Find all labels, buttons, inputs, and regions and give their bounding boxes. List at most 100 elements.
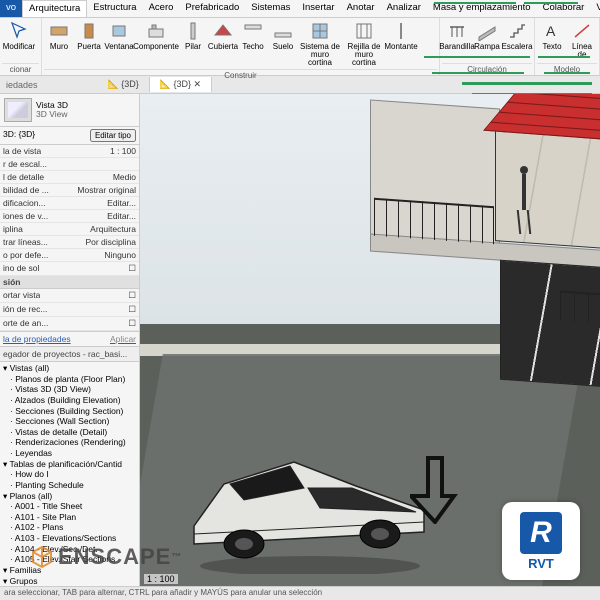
doc-tab-3d-2[interactable]: 📐 {3D} ✕ [150,77,212,92]
ceiling-icon [243,21,263,41]
annotation-line [544,72,590,74]
column-icon [183,21,203,41]
door-icon [79,21,99,41]
tree-item[interactable]: · Renderizaciones (Rendering) [0,437,139,448]
roof-icon [213,21,233,41]
property-row[interactable]: ortar vista☐ [0,289,139,303]
revit-rvt-label: RVT [528,556,554,571]
tree-item[interactable]: · Secciones (Wall Section) [0,416,139,427]
property-type-selector[interactable]: Vista 3D 3D View [0,94,139,127]
modify-button[interactable]: Modificar [2,19,36,63]
sistema-muro-button[interactable]: Sistema de muro cortina [298,19,342,69]
wall-icon [49,21,69,41]
tree-item[interactable]: · Vistas de detalle (Detail) [0,427,139,438]
property-row[interactable]: iones de v...Editar... [0,210,139,223]
tree-item[interactable]: · Leyendas [0,448,139,459]
view-selector[interactable]: 3D: {3D} [3,129,35,142]
curtain-grid-icon [354,21,374,41]
select-group-label: cionar [2,63,39,74]
tree-item[interactable]: · Alzados (Building Elevation) [0,395,139,406]
montante-button[interactable]: Montante [386,19,416,69]
ribbon-tab-acero[interactable]: Acero [143,0,180,17]
ribbon-tab-file[interactable]: vo [0,0,22,17]
doc-tab-3d-1[interactable]: 📐 {3D} [98,77,150,92]
annotation-line [434,2,516,4]
property-row[interactable]: bilidad de ...Mostrar original [0,184,139,197]
tree-item[interactable]: · Secciones (Building Section) [0,406,139,417]
property-row[interactable]: ión de rec...☐ [0,303,139,317]
tree-item[interactable]: · A102 - Plans [0,522,139,533]
tree-item[interactable]: · How do I [0,469,139,480]
ribbon-tab-insertar[interactable]: Insertar [296,0,340,17]
enscape-cube-icon [30,545,54,569]
annotation-line [432,72,524,74]
curtain-system-icon [310,21,330,41]
tree-item[interactable]: · Planos de planta (Floor Plan) [0,374,139,385]
property-row[interactable]: r de escal... [0,158,139,171]
view-scale-display[interactable]: 1 : 100 [144,574,178,584]
rejilla-muro-button[interactable]: Rejilla de muro cortina [342,19,386,69]
ramp-icon [477,21,497,41]
ribbon-tab-anotar[interactable]: Anotar [341,0,381,17]
properties-panel-title: iedades [0,80,98,90]
ribbon-tab-arquitectura[interactable]: Arquitectura [22,0,87,17]
ribbon-tab-analizar[interactable]: Analizar [381,0,427,17]
annotation-line [524,2,578,4]
annotation-line [538,56,590,58]
property-row[interactable]: orte de an...☐ [0,317,139,331]
pilar-button[interactable]: Pilar [178,19,208,69]
modify-label: Modificar [3,43,35,51]
tree-item[interactable]: · A103 - Elevations/Sections [0,533,139,544]
model-line-icon [572,21,592,41]
techo-button[interactable]: Techo [238,19,268,69]
text-icon: A [542,21,562,41]
railing-icon [447,21,467,41]
edit-type-button[interactable]: Editar tipo [90,129,136,142]
property-row[interactable]: trar líneas...Por disciplina [0,236,139,249]
stair-icon [507,21,527,41]
floor-icon [273,21,293,41]
property-row[interactable]: iplinaArquitectura [0,223,139,236]
ribbon-panel: Modificar cionar Muro Puerta Ventana Com… [0,18,600,76]
apply-button[interactable]: Aplicar [110,334,136,344]
svg-text:A: A [546,23,556,39]
revit-badge: R RVT [502,502,580,580]
left-panel: Vista 3D 3D View 3D: {3D} Editar tipo la… [0,94,140,586]
property-section-extents[interactable]: sión [0,276,139,289]
tree-item[interactable]: ▾ Planos (all) [0,491,139,502]
tree-item[interactable]: ▾ Tablas de planificación/Cantid [0,459,139,470]
annotation-line [424,56,530,58]
tree-item[interactable]: · A101 - Site Plan [0,512,139,523]
componente-button[interactable]: Componente [134,19,178,69]
ventana-button[interactable]: Ventana [104,19,134,69]
status-bar: ara seleccionar, TAB para alternar, CTRL… [0,586,600,600]
ribbon-tab-sistemas[interactable]: Sistemas [245,0,296,17]
vehicle-model: vg> [180,414,440,574]
enscape-logo: ENSCAPE™ [30,544,182,570]
properties-help-link[interactable]: la de propiedades [3,334,71,344]
ribbon-tab-vista[interactable]: Vista [590,0,600,17]
tree-item[interactable]: · Planting Schedule [0,480,139,491]
property-row[interactable]: ino de sol☐ [0,262,139,276]
property-row[interactable]: o por defe...Ninguno [0,249,139,262]
tree-item[interactable]: ▾ Vistas (all) [0,363,139,374]
puerta-button[interactable]: Puerta [74,19,104,69]
component-icon [146,21,166,41]
tree-item[interactable]: ▾ Grupos [0,576,139,587]
window-icon [109,21,129,41]
view-subtype-label: 3D View [36,110,68,119]
tree-item[interactable]: · Vistas 3D (3D View) [0,384,139,395]
cursor-icon [9,21,29,41]
building-model [340,94,600,394]
revit-r-icon: R [520,512,562,554]
muro-button[interactable]: Muro [44,19,74,69]
ribbon-tab-estructura[interactable]: Estructura [87,0,142,17]
download-arrow-icon [410,454,460,537]
ribbon-tab-prefabricado[interactable]: Prefabricado [179,0,245,17]
property-row[interactable]: dificacion...Editar... [0,197,139,210]
suelo-button[interactable]: Suelo [268,19,298,69]
tree-item[interactable]: · A001 - Title Sheet [0,501,139,512]
property-row[interactable]: la de vista1 : 100 [0,145,139,158]
property-row[interactable]: l de detalleMedio [0,171,139,184]
cubierta-button[interactable]: Cubierta [208,19,238,69]
